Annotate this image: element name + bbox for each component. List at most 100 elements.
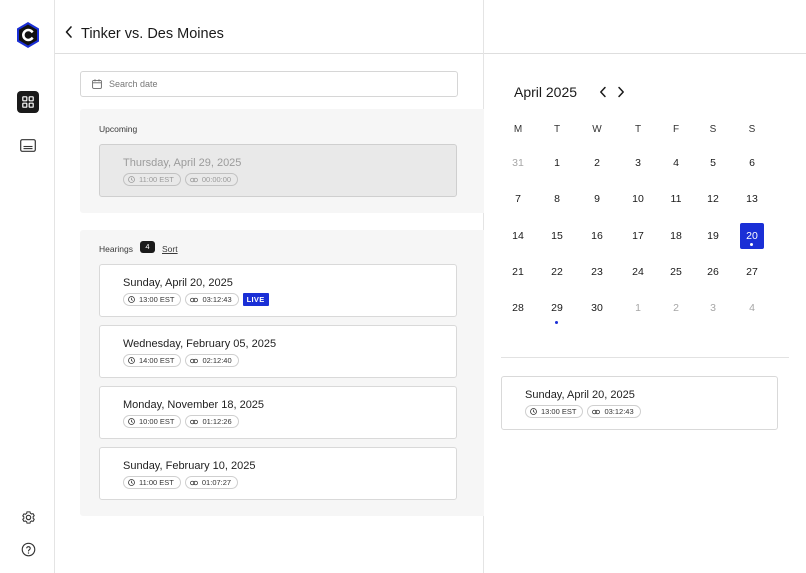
hearing-card[interactable]: Wednesday, February 05, 2025 14:00 EST 0… — [99, 325, 457, 378]
link-icon — [189, 177, 198, 182]
chevron-left-icon — [65, 26, 72, 38]
calendar-day-number: 18 — [670, 230, 682, 242]
calendar-day[interactable]: 1 — [626, 295, 650, 321]
upcoming-section: Upcoming Thursday, April 29, 2025 11:00 … — [80, 109, 484, 213]
calendar-day-number: 1 — [554, 157, 560, 169]
calendar-day[interactable]: 7 — [506, 186, 530, 212]
calendar-day-number: 7 — [515, 193, 521, 205]
calendar-day-number: 6 — [749, 157, 755, 169]
calendar-day-number: 17 — [632, 230, 644, 242]
calendar-day[interactable]: 24 — [626, 259, 650, 285]
calendar-day-number: 25 — [670, 266, 682, 278]
calendar-month-label: April 2025 — [514, 84, 578, 100]
prev-month-button[interactable] — [597, 85, 609, 99]
calendar-day-number: 2 — [673, 302, 679, 314]
selected-hearing-card[interactable]: Sunday, April 20, 2025 13:00 EST 03:12:4… — [501, 376, 778, 430]
calendar-day[interactable]: 4 — [664, 150, 688, 176]
upcoming-card[interactable]: Thursday, April 29, 2025 11:00 EST 00:00… — [99, 144, 457, 197]
help-button[interactable] — [17, 538, 39, 560]
calendar-day-number: 4 — [749, 302, 755, 314]
calendar-day[interactable]: 2 — [585, 150, 609, 176]
calendar-day[interactable]: 6 — [740, 150, 764, 176]
calendar-day[interactable]: 19 — [701, 223, 725, 249]
calendar-day-number: 10 — [632, 193, 644, 205]
calendar-day[interactable]: 12 — [701, 186, 725, 212]
event-dot — [750, 243, 753, 246]
calendar-divider — [501, 357, 789, 358]
card-date: Wednesday, February 05, 2025 — [123, 338, 277, 350]
calendar-day-number: 8 — [554, 193, 560, 205]
calendar-day[interactable]: 3 — [701, 295, 725, 321]
hearing-card[interactable]: Sunday, April 20, 2025 13:00 EST 03:12:4… — [99, 264, 457, 317]
card-date: Monday, November 18, 2025 — [123, 399, 265, 411]
chevron-right-icon — [618, 86, 624, 98]
calendar-day[interactable]: 14 — [506, 223, 530, 249]
calendar-day[interactable]: 21 — [506, 259, 530, 285]
time-chip: 11:00 EST — [123, 476, 181, 489]
calendar-day[interactable]: 31 — [506, 150, 530, 176]
calendar-day-number: 16 — [591, 230, 603, 242]
hearings-panel: Upcoming Thursday, April 29, 2025 11:00 … — [55, 54, 484, 573]
next-month-button[interactable] — [615, 85, 627, 99]
calendar-day[interactable]: 8 — [545, 186, 569, 212]
clock-icon — [128, 357, 135, 364]
calendar-day[interactable]: 17 — [626, 223, 650, 249]
link-icon — [592, 409, 601, 414]
sort-button[interactable]: Sort — [162, 244, 178, 254]
calendar-day[interactable]: 25 — [664, 259, 688, 285]
calendar-day-number: 5 — [710, 157, 716, 169]
calendar-day[interactable]: 3 — [626, 150, 650, 176]
hearing-card[interactable]: Monday, November 18, 2025 10:00 EST 01:1… — [99, 386, 457, 439]
card-date: Thursday, April 29, 2025 — [123, 157, 242, 169]
search-box[interactable] — [80, 71, 458, 97]
time-value: 13:00 EST — [139, 295, 175, 304]
calendar-day[interactable]: 23 — [585, 259, 609, 285]
calendar-day[interactable]: 9 — [585, 186, 609, 212]
card-date: Sunday, February 10, 2025 — [123, 460, 256, 472]
calendar-day[interactable]: 2 — [664, 295, 688, 321]
duration-chip: 01:12:26 — [185, 415, 239, 428]
calendar-day[interactable]: 29 — [545, 295, 569, 324]
logo[interactable] — [16, 22, 40, 48]
calendar-day[interactable]: 28 — [506, 295, 530, 321]
weekday-label: W — [592, 124, 602, 135]
clock-icon — [530, 408, 537, 415]
calendar-day[interactable]: 10 — [626, 186, 650, 212]
calendar-day-number: 28 — [512, 302, 524, 314]
calendar-day[interactable]: 5 — [701, 150, 725, 176]
calendar-day[interactable]: 13 — [740, 186, 764, 212]
duration-value: 01:12:26 — [202, 417, 232, 426]
clock-icon — [128, 479, 135, 486]
calendar-day-number: 3 — [710, 302, 716, 314]
weekday-label: F — [672, 124, 680, 135]
calendar-day[interactable]: 16 — [585, 223, 609, 249]
calendar-day[interactable]: 1 — [545, 150, 569, 176]
calendar-day[interactable]: 26 — [701, 259, 725, 285]
calendar-day-number: 3 — [635, 157, 641, 169]
calendar-day[interactable]: 22 — [545, 259, 569, 285]
settings-button[interactable] — [17, 506, 39, 528]
card-date: Sunday, April 20, 2025 — [525, 389, 635, 401]
calendar-day[interactable]: 20 — [740, 223, 764, 249]
calendar-day[interactable]: 30 — [585, 295, 609, 321]
calendar-day[interactable]: 11 — [664, 186, 688, 212]
nav-subtitles-button[interactable] — [17, 134, 39, 156]
card-date: Sunday, April 20, 2025 — [123, 277, 233, 289]
back-button[interactable] — [64, 25, 76, 39]
calendar-icon — [92, 79, 102, 89]
search-input[interactable] — [109, 79, 409, 89]
duration-value: 03:12:43 — [202, 295, 232, 304]
calendar-day[interactable]: 15 — [545, 223, 569, 249]
duration-chip: 03:12:43 — [185, 293, 239, 306]
nav-dashboard-button[interactable] — [17, 91, 39, 113]
calendar-day[interactable]: 4 — [740, 295, 764, 321]
calendar-day[interactable]: 18 — [664, 223, 688, 249]
link-icon — [190, 419, 199, 424]
duration-value: 02:12:40 — [202, 356, 232, 365]
calendar-day-number: 4 — [673, 157, 679, 169]
time-chip: 11:00 EST — [123, 173, 181, 186]
hearing-card[interactable]: Sunday, February 10, 2025 11:00 EST 01:0… — [99, 447, 457, 500]
time-chip: 14:00 EST — [123, 354, 182, 367]
time-chip: 13:00 EST — [525, 405, 584, 418]
calendar-day[interactable]: 27 — [740, 259, 764, 285]
